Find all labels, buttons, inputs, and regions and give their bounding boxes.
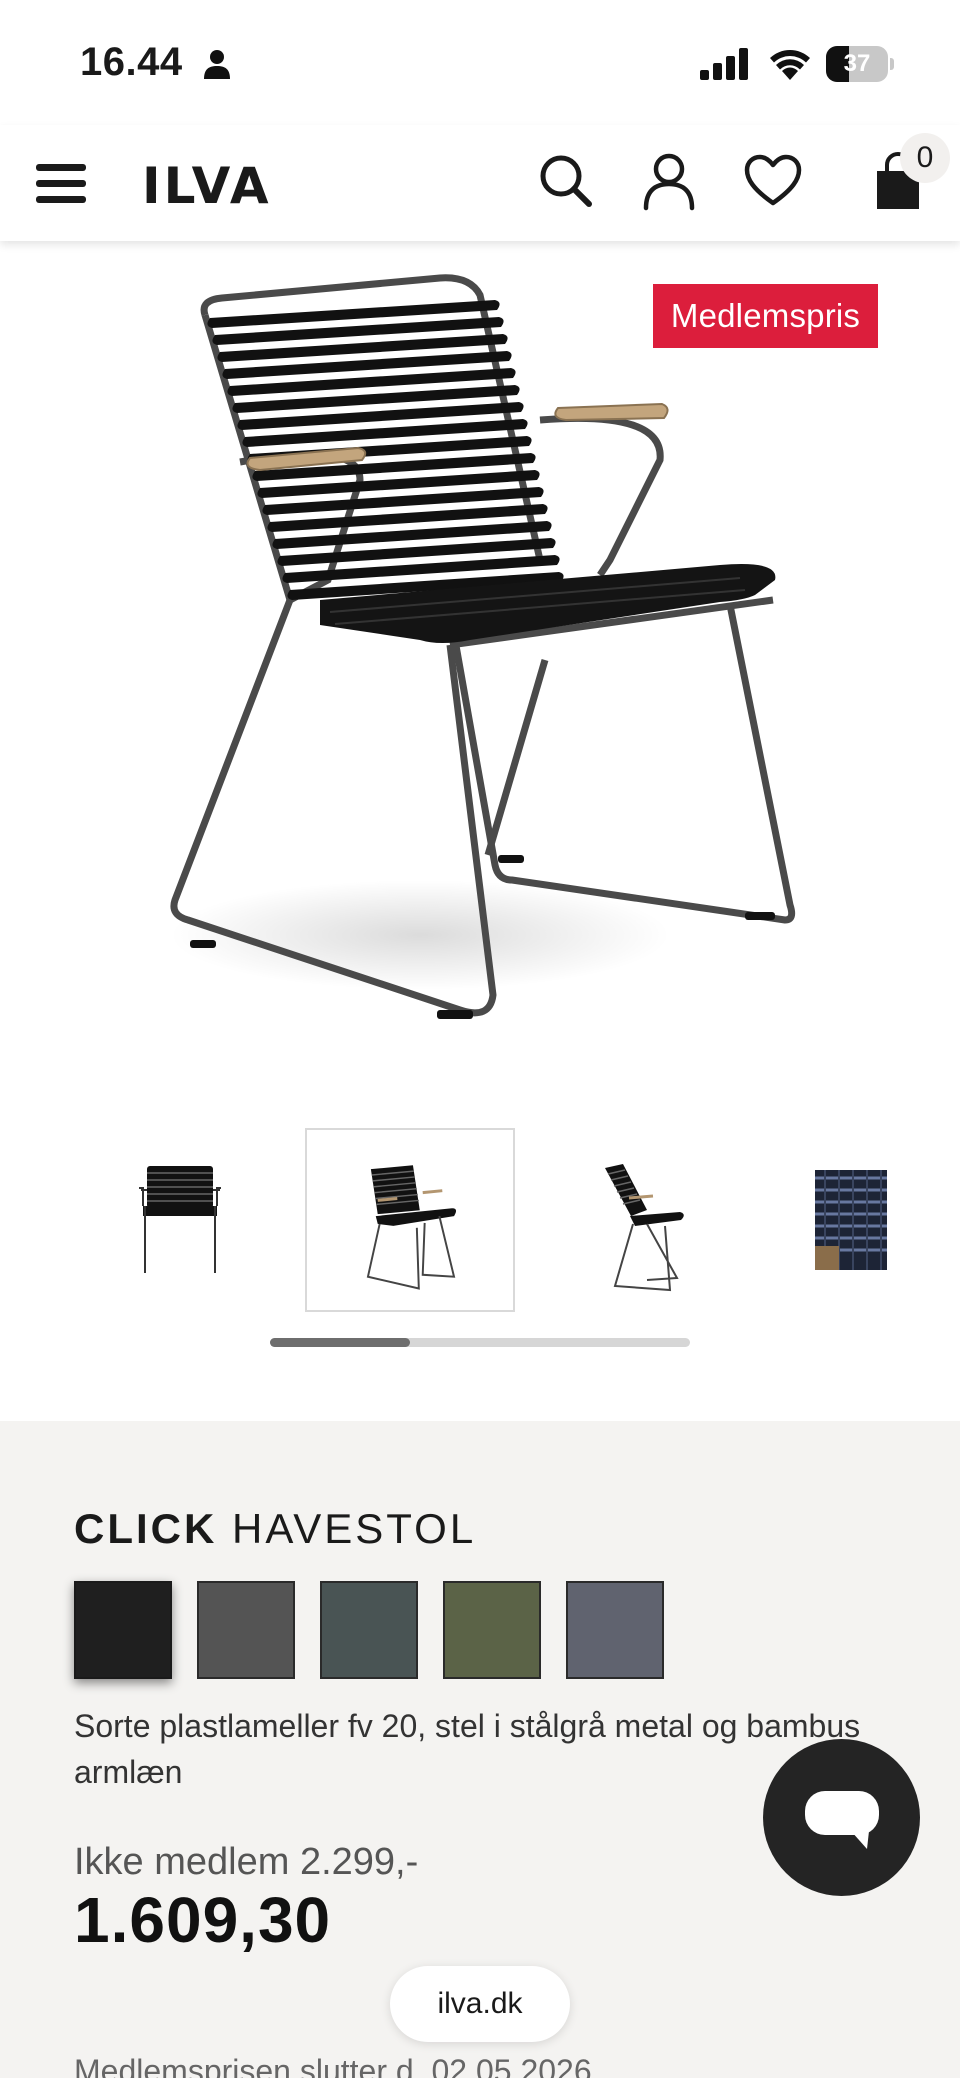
thumbnail-angled-view[interactable] — [305, 1128, 515, 1312]
thumbnail-gallery — [0, 1128, 960, 1312]
person-icon — [204, 50, 230, 79]
member-price: 1.609,30 — [74, 1884, 332, 1956]
status-time: 16.44 — [80, 40, 183, 84]
chat-bubble-icon — [805, 1791, 879, 1849]
heart-icon[interactable] — [743, 151, 803, 211]
gallery-scrollbar-thumb[interactable] — [270, 1338, 410, 1347]
product-title-type: HAVESTOL — [232, 1505, 477, 1552]
product-image[interactable] — [0, 241, 960, 1081]
member-price-badge: Medlemspris — [653, 284, 878, 348]
signal-icon — [700, 48, 748, 80]
member-price-end-date: Medlemsprisen slutter d. 02.05.2026 — [74, 2053, 592, 2078]
status-bar: 16.44 37 — [0, 0, 960, 125]
battery-icon: 37 — [826, 46, 894, 82]
menu-icon[interactable] — [36, 161, 88, 205]
search-icon[interactable] — [536, 151, 596, 211]
product-title-brand: CLICK — [74, 1505, 218, 1552]
non-member-price: Ikke medlem 2.299,- — [74, 1841, 419, 1883]
color-swatch-dark-grey[interactable] — [197, 1581, 295, 1679]
product-title: CLICK HAVESTOL — [74, 1505, 476, 1553]
battery-level: 37 — [843, 50, 871, 77]
color-swatch-black[interactable] — [74, 1581, 172, 1679]
cart-count-badge: 0 — [900, 133, 950, 183]
site-header: ILVA 0 — [0, 125, 960, 241]
thumbnail-front-view[interactable] — [75, 1128, 285, 1312]
ilva-logo[interactable]: ILVA — [142, 157, 272, 215]
color-swatch-slate[interactable] — [320, 1581, 418, 1679]
browser-url-pill[interactable]: ilva.dk — [390, 1966, 570, 2042]
color-swatch-blue-grey[interactable] — [566, 1581, 664, 1679]
gallery-scrollbar[interactable] — [270, 1338, 690, 1347]
thumbnail-lifestyle[interactable] — [765, 1128, 960, 1312]
color-swatch-green[interactable] — [443, 1581, 541, 1679]
wifi-icon — [770, 50, 810, 80]
thumbnail-side-view[interactable] — [535, 1128, 745, 1312]
chat-button[interactable] — [763, 1739, 920, 1896]
account-icon[interactable] — [639, 151, 699, 211]
